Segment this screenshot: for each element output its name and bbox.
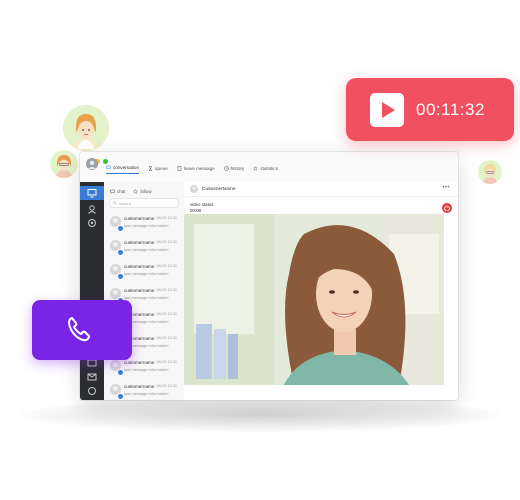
star-icon — [133, 188, 139, 194]
list-tab-label: follow — [140, 188, 152, 194]
floating-avatar-small — [50, 150, 78, 178]
chat-pane: CustomerName ••• video status 00:08 — [184, 182, 458, 400]
list-item-time: 05-03 12:31 — [156, 384, 177, 388]
chat-icon — [106, 165, 111, 170]
play-icon — [382, 102, 395, 118]
channel-badge-icon — [117, 369, 124, 376]
tab-label: statistics — [260, 165, 278, 171]
recording-time: 00:11:32 — [416, 100, 485, 119]
list-item-name: customername — [124, 240, 155, 245]
tab-queue[interactable]: queue — [148, 165, 168, 174]
tab-statistics[interactable]: statistics — [253, 165, 278, 174]
list-item-message: last message information — [124, 295, 169, 300]
settings-icon[interactable] — [87, 218, 97, 228]
channel-badge-icon — [117, 225, 124, 232]
window-shadow — [20, 398, 500, 432]
floating-avatar-right — [478, 160, 502, 184]
list-item-message: last message information — [124, 223, 169, 228]
video-status: video status 00:08 — [190, 202, 213, 214]
tab-leave-message[interactable]: leave message — [177, 165, 215, 174]
maximize-dot[interactable] — [103, 159, 108, 164]
list-item-time: 05-03 12:31 — [156, 312, 177, 316]
tab-history[interactable]: history — [223, 165, 245, 174]
list-item-name: customername — [124, 360, 155, 365]
floating-avatar-large — [63, 105, 109, 151]
list-item[interactable]: customername 05-03 12:31 last message info… — [107, 212, 181, 234]
list-item-time: 05-03 12:31 — [156, 216, 177, 220]
gear-icon[interactable] — [87, 386, 97, 396]
tab-conversation[interactable]: conversation — [106, 165, 140, 174]
call-card[interactable] — [32, 300, 132, 360]
video-frame-image — [184, 214, 444, 385]
tab-label: queue — [155, 165, 168, 171]
list-tab-chat[interactable]: chat — [110, 186, 125, 196]
play-button[interactable] — [370, 93, 404, 127]
list-item-time: 05-03 12:31 — [156, 264, 177, 268]
mail-icon[interactable] — [87, 372, 97, 382]
list-item-name: customername — [124, 216, 155, 221]
contacts-icon[interactable] — [87, 204, 97, 214]
more-options-button[interactable]: ••• — [442, 185, 450, 191]
list-tab-label: chat — [117, 188, 126, 194]
list-item-name: customername — [124, 384, 155, 389]
clock-icon — [223, 165, 229, 171]
list-item-time: 05-03 12:31 — [156, 240, 177, 244]
list-item[interactable]: customername 05-03 12:31 last message info… — [107, 260, 181, 282]
list-item-name: customername — [124, 288, 155, 293]
customer-avatar-icon — [190, 185, 198, 193]
list-item-message: last message information — [124, 367, 169, 372]
list-item[interactable]: customername 05-03 12:31 last message info… — [107, 380, 181, 400]
document-icon — [177, 165, 182, 171]
chat-icon — [110, 189, 115, 194]
star-icon — [253, 165, 259, 171]
tab-label: conversation — [113, 165, 140, 170]
list-item-name: customername — [124, 264, 155, 269]
end-call-button[interactable] — [442, 203, 452, 213]
tab-label: history — [230, 165, 245, 171]
profile-avatar-icon[interactable] — [86, 158, 98, 170]
video-feed — [184, 214, 444, 385]
list-item-time: 05-03 12:31 — [156, 360, 177, 364]
search-input[interactable]: search — [109, 198, 179, 208]
list-item-message: last message information — [124, 271, 169, 276]
power-icon — [444, 205, 450, 211]
list-item-time: 05-03 12:31 — [156, 336, 177, 340]
list-item[interactable]: customername 05-03 12:31 last message info… — [107, 236, 181, 258]
hourglass-icon — [148, 165, 153, 171]
side-rail — [80, 158, 104, 400]
search-placeholder: search — [119, 200, 132, 206]
channel-badge-icon — [117, 273, 124, 280]
list-tabs: chat follow — [104, 182, 184, 196]
customer-name: CustomerName — [202, 186, 236, 192]
list-item-time: 05-03 12:31 — [156, 288, 177, 292]
recording-timer-card: 00:11:32 — [346, 78, 514, 141]
channel-badge-icon — [117, 249, 124, 256]
rail-item-conversation[interactable] — [80, 186, 104, 200]
monitor-icon — [87, 189, 97, 198]
main-tabs: conversation queue leave message history… — [106, 165, 278, 174]
list-tab-follow[interactable]: follow — [133, 186, 152, 196]
list-item-message: last message information — [124, 247, 169, 252]
channel-badge-icon — [117, 393, 124, 400]
window-titlebar: conversation queue leave message history… — [80, 152, 458, 183]
chat-header: CustomerName ••• — [184, 182, 458, 197]
app-window: conversation queue leave message history… — [80, 152, 458, 400]
list-item-message: last message information — [124, 391, 169, 396]
conversation-list: chat follow search customername 05-03 12:… — [104, 182, 185, 400]
phone-icon — [68, 317, 90, 342]
search-icon — [113, 201, 117, 205]
tab-label: leave message — [183, 165, 215, 171]
